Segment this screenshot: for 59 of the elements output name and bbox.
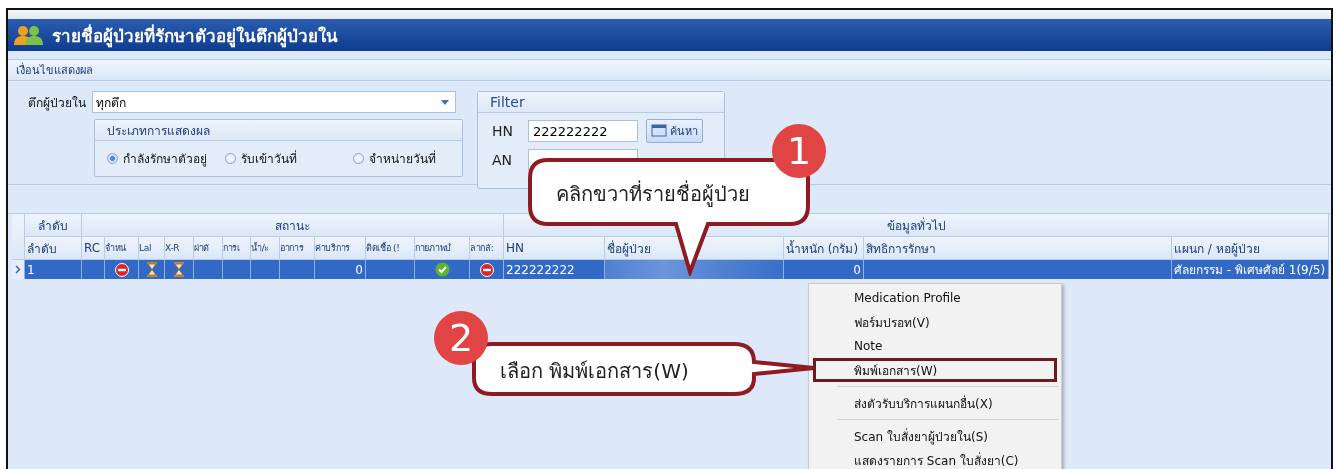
table-cell xyxy=(251,260,280,279)
menu-item[interactable]: พิมพ์เอกสาร(W) xyxy=(813,358,1057,382)
table-cell: 1 xyxy=(25,260,82,279)
window-icon xyxy=(651,124,667,138)
column-header[interactable]: สิทธิการรักษา xyxy=(864,237,1172,260)
column-header[interactable]: X-R xyxy=(165,237,194,260)
group-title: ประเภทการแสดงผล xyxy=(107,122,210,140)
column-header[interactable]: อาการ xyxy=(280,237,315,260)
group-header: สถานะ xyxy=(82,214,504,237)
table-cell xyxy=(223,260,251,279)
table-cell: 0 xyxy=(784,260,864,279)
window-title: รายชื่อผู้ป่วยที่รักษาตัวอยู่ในตึกผู้ป่วยใน xyxy=(52,23,338,49)
table-cell: ศัลยกรรม - พิเศษศัลย์ 1(9/5) xyxy=(1172,260,1329,279)
table-cell xyxy=(280,260,315,279)
menu-item[interactable]: Medication Profile xyxy=(813,286,1057,310)
search-button[interactable]: ค้นหา xyxy=(646,119,703,143)
ward-label: ตึกผู้ป่วยใน xyxy=(28,94,86,112)
column-header[interactable]: น้ำ/ะ xyxy=(251,237,280,260)
column-header[interactable]: HN xyxy=(504,237,605,260)
column-header[interactable]: ผ่าตั xyxy=(194,237,223,260)
column-header[interactable]: แผนก / หอผู้ป่วย xyxy=(1172,237,1329,260)
filter-title: Filter xyxy=(490,94,525,110)
no-entry-icon xyxy=(479,262,494,277)
column-header[interactable]: การเ xyxy=(223,237,251,260)
menu-item[interactable]: ฟอร์มปรอท(V) xyxy=(813,310,1057,334)
people-icon xyxy=(14,25,44,45)
radio-option[interactable]: กำลังรักษาตัวอยู่ xyxy=(107,149,207,168)
section-title: เงื่อนไขแสดงผล xyxy=(16,61,93,79)
callout-text: เลือก พิมพ์เอกสาร(W) xyxy=(500,358,689,385)
radio-option[interactable]: รับเข้าวันที่ xyxy=(225,149,297,168)
hourglass-icon xyxy=(145,262,158,277)
column-header[interactable]: ติดเชื้อ (! xyxy=(366,237,415,260)
radio-option[interactable]: จำหน่ายวันที่ xyxy=(353,149,436,168)
check-icon xyxy=(434,262,450,277)
table-cell: 0 xyxy=(315,260,366,279)
an-label: AN xyxy=(492,152,514,168)
menu-item[interactable]: แสดงรายการ Scan ใบสั่งยา(C) xyxy=(813,448,1057,469)
menu-item[interactable]: Note xyxy=(813,334,1057,358)
hn-field[interactable]: 222222222 xyxy=(528,120,638,142)
caret-icon xyxy=(441,99,449,105)
chevron-right-icon xyxy=(15,265,21,274)
column-header[interactable]: ค่าบริการ xyxy=(315,237,366,260)
group-header: ลำดับ xyxy=(25,214,82,237)
column-header[interactable]: ลำดับ xyxy=(25,237,82,260)
column-header[interactable]: Lal xyxy=(139,237,165,260)
no-entry-icon xyxy=(114,262,129,277)
column-header[interactable]: กายภาพบํ xyxy=(415,237,470,260)
callout-text: คลิกขวาที่รายชื่อผู้ป่วย xyxy=(556,179,750,209)
hourglass-icon xyxy=(173,262,185,277)
column-header[interactable]: RC xyxy=(82,237,105,260)
menu-item[interactable]: Scan ใบสั่งยาผู้ป่วยใน(S) xyxy=(813,424,1057,448)
menu-item[interactable]: ส่งตัวรับบริการแผนกอื่น(X) xyxy=(813,391,1057,415)
header-corner xyxy=(12,214,25,260)
hn-label: HN xyxy=(492,123,514,139)
table-cell: 222222222 xyxy=(504,260,605,279)
ward-dropdown[interactable]: ทุกตึก xyxy=(92,91,456,113)
column-header[interactable]: จำหน่ xyxy=(105,237,139,260)
column-header[interactable]: ลากลั: xyxy=(470,237,504,260)
column-header[interactable]: น้ำหนัก (กรัม) xyxy=(784,237,864,260)
